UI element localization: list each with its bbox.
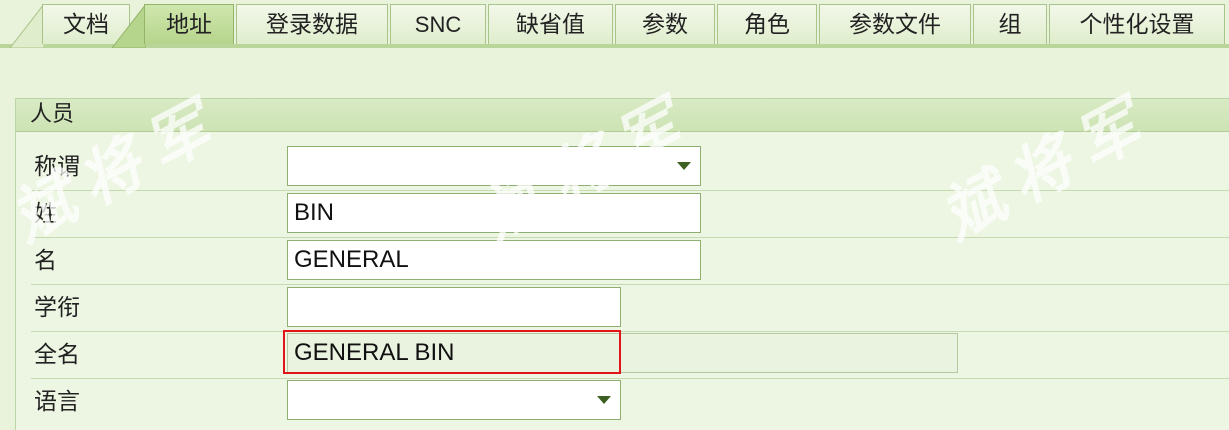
full-name-row: 全名 GENERAL BIN bbox=[31, 330, 1229, 379]
language-row: 语言 bbox=[31, 379, 1229, 425]
tab-roles[interactable]: 角色 bbox=[717, 4, 817, 44]
first-name-row: 名 GENERAL bbox=[31, 238, 1229, 285]
chevron-down-icon[interactable] bbox=[677, 162, 691, 170]
tab-groups[interactable]: 组 bbox=[973, 4, 1047, 44]
full-name-label: 全名 bbox=[34, 342, 80, 368]
last-name-field[interactable]: BIN bbox=[287, 193, 701, 233]
salutation-label: 称谓 bbox=[34, 154, 80, 180]
academic-title-field[interactable] bbox=[287, 287, 621, 327]
last-name-row: 姓 BIN bbox=[31, 191, 1229, 238]
language-label: 语言 bbox=[34, 389, 80, 415]
tab-personalization[interactable]: 个性化设置 bbox=[1049, 4, 1225, 44]
tab-snc[interactable]: SNC bbox=[390, 4, 486, 44]
academic-title-label: 学衔 bbox=[34, 295, 80, 321]
tab-defaults[interactable]: 缺省值 bbox=[488, 4, 613, 44]
academic-title-row: 学衔 bbox=[31, 285, 1229, 332]
tab-slant-decoration bbox=[112, 4, 146, 48]
tab-address[interactable]: 地址 bbox=[144, 4, 234, 44]
tab-logon-data[interactable]: 登录数据 bbox=[236, 4, 388, 44]
tab-strip: 文档 地址 登录数据 SNC 缺省值 参数 角色 参数文件 组 个性化设置 bbox=[0, 0, 1229, 48]
group-title: 人员 bbox=[30, 102, 75, 127]
tab-slant-decoration bbox=[10, 4, 44, 48]
chevron-down-icon[interactable] bbox=[597, 396, 611, 404]
group-header: 人员 bbox=[16, 99, 1229, 132]
tab-profiles[interactable]: 参数文件 bbox=[819, 4, 971, 44]
first-name-label: 名 bbox=[34, 248, 57, 274]
salutation-dropdown[interactable] bbox=[287, 146, 701, 186]
last-name-label: 姓 bbox=[34, 201, 57, 227]
first-name-field[interactable]: GENERAL bbox=[287, 240, 701, 280]
highlight-box bbox=[283, 330, 621, 374]
language-dropdown[interactable] bbox=[287, 380, 621, 420]
salutation-row: 称谓 bbox=[31, 144, 1229, 191]
tab-parameters[interactable]: 参数 bbox=[615, 4, 715, 44]
